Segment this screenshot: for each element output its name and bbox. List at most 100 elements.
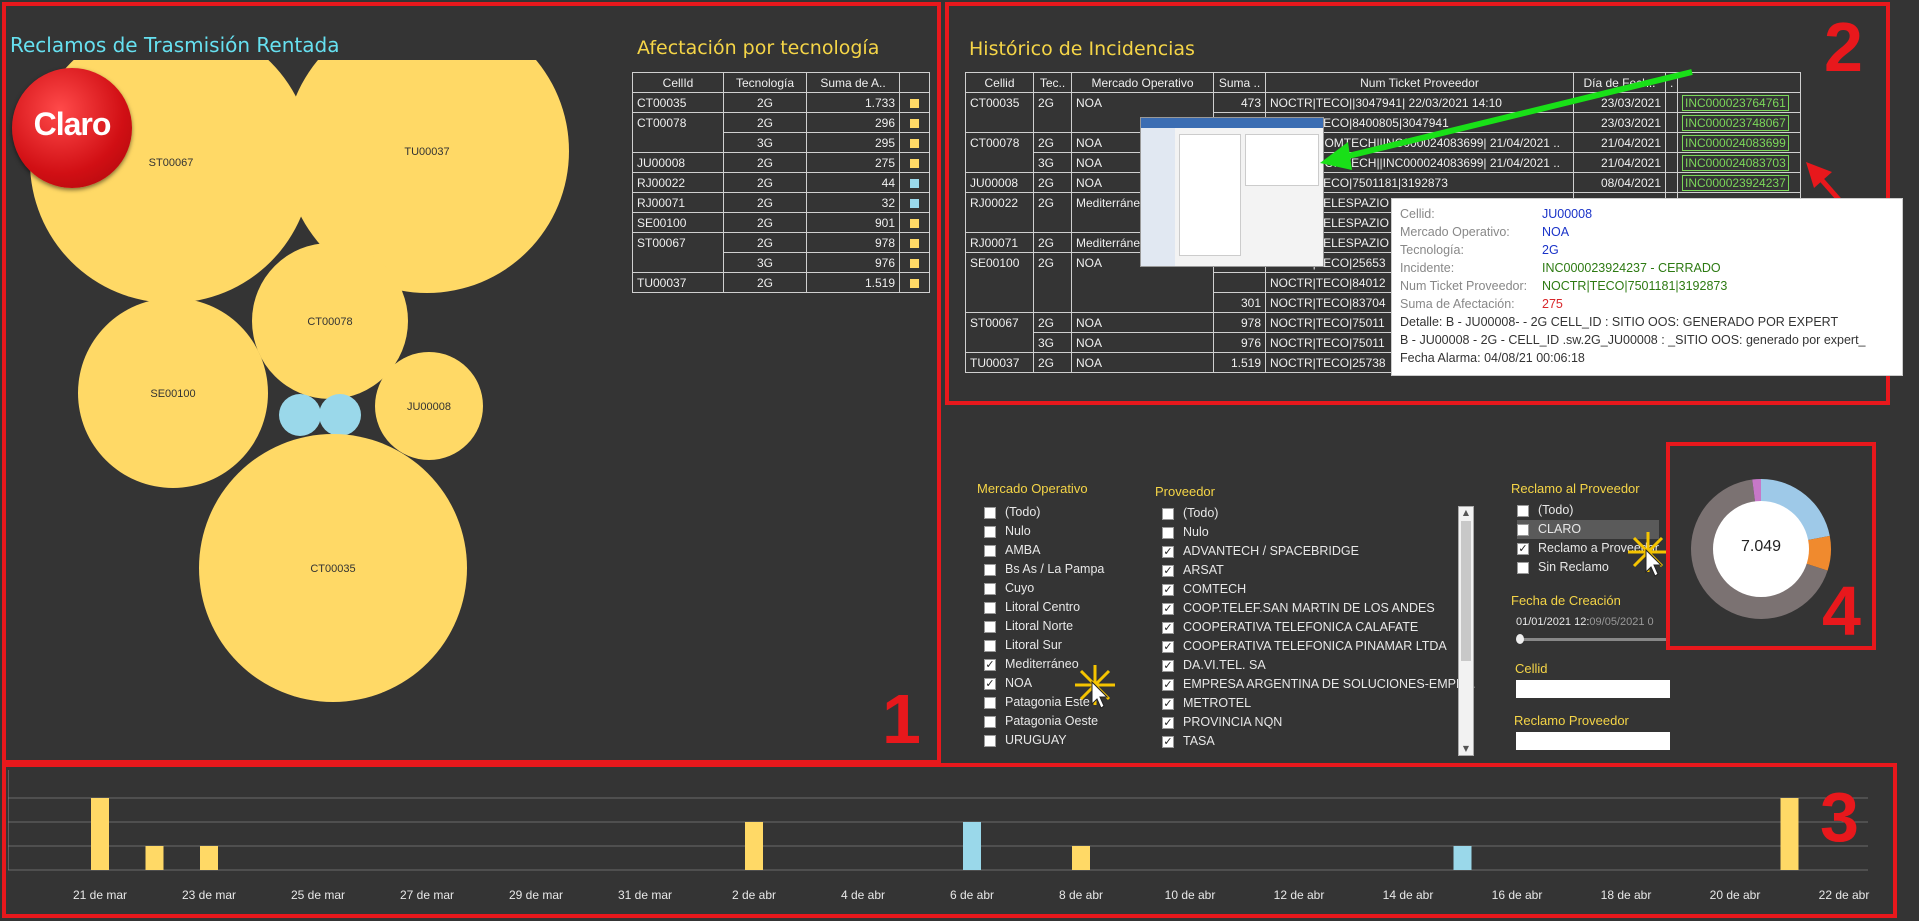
tech-cell: 2G — [1033, 172, 1072, 193]
timeline-bar[interactable] — [1072, 846, 1090, 870]
filter-option[interactable]: ✓ ADVANTECH / SPACEBRIDGE — [1162, 542, 1452, 561]
filter-option[interactable]: AMBA — [984, 541, 1104, 560]
checkbox[interactable] — [984, 639, 996, 652]
tech-table-header[interactable]: Suma de A.. — [806, 72, 900, 93]
checkbox[interactable] — [984, 696, 996, 709]
checkbox[interactable]: ✓ — [1162, 735, 1174, 748]
tech-cell: 2G — [723, 192, 807, 213]
checkbox[interactable]: ✓ — [1162, 621, 1174, 634]
date-range-slider[interactable] — [1516, 634, 1668, 644]
filter-option[interactable]: Bs As / La Pampa — [984, 560, 1104, 579]
cellid-input[interactable] — [1516, 680, 1670, 698]
filter-option[interactable]: Litoral Centro — [984, 598, 1104, 617]
checkbox[interactable]: ✓ — [1162, 602, 1174, 615]
scrollbar-up-arrow[interactable]: ▲ — [1459, 507, 1473, 519]
scrollbar-down-arrow[interactable]: ▼ — [1459, 743, 1473, 755]
timeline-bar[interactable] — [91, 798, 109, 870]
table-row[interactable]: CT00035 2G 1.733 — [632, 92, 930, 113]
timeline-bar[interactable] — [745, 822, 763, 870]
filter-option[interactable]: Cuyo — [984, 579, 1104, 598]
checkbox[interactable] — [984, 563, 996, 576]
checkbox[interactable] — [984, 620, 996, 633]
checkbox[interactable]: ✓ — [1162, 716, 1174, 729]
filter-option[interactable]: Patagonia Oeste — [984, 712, 1104, 731]
checkbox[interactable]: ✓ — [984, 677, 996, 690]
timeline-bar[interactable] — [145, 846, 164, 870]
checkbox[interactable]: ✓ — [1162, 678, 1174, 691]
checkbox[interactable] — [1517, 523, 1529, 536]
filter-option[interactable]: Nulo — [984, 522, 1104, 541]
filter-option[interactable]: ✓ PROVINCIA NQN — [1162, 713, 1452, 732]
history-table-header[interactable]: Mercado Operativo — [1071, 72, 1214, 93]
checkbox[interactable] — [984, 715, 996, 728]
table-row[interactable]: TU00037 2G 1.519 — [632, 272, 930, 293]
filter-option[interactable]: ✓ COOPERATIVA TELEFONICA CALAFATE — [1162, 618, 1452, 637]
filter-option[interactable]: Nulo — [1162, 523, 1452, 542]
filter-option-label: TASA — [1183, 734, 1215, 748]
checkbox[interactable] — [984, 582, 996, 595]
filter-option-label: EMPRESA ARGENTINA DE SOLUCIONES-EMPR... — [1183, 677, 1476, 691]
filter-option[interactable]: ✓ ARSAT — [1162, 561, 1452, 580]
table-row[interactable]: CT00078 2G 296 — [632, 112, 930, 133]
timeline-bar[interactable] — [200, 846, 218, 870]
table-row[interactable]: 3G 976 — [632, 252, 930, 273]
filter-proveedor-list: (Todo) Nulo ✓ ADVANTECH / SPACEBRIDGE ✓ ARSAT… — [1162, 504, 1475, 751]
reclamo-proveedor-input[interactable] — [1516, 732, 1670, 750]
filter-option[interactable]: (Todo) — [984, 503, 1104, 522]
date-range-handle[interactable] — [1516, 634, 1524, 644]
filter-option[interactable]: ✓ METROTEL — [1162, 694, 1452, 713]
tech-table-header[interactable]: CellId — [632, 72, 724, 93]
filter-option[interactable]: ✓ EMPRESA ARGENTINA DE SOLUCIONES-EMPR... — [1162, 675, 1475, 694]
checkbox[interactable] — [1517, 561, 1529, 574]
checkbox[interactable]: ✓ — [1162, 564, 1174, 577]
filter-option[interactable]: Litoral Sur — [984, 636, 1104, 655]
tech-table-header[interactable]: Tecnología — [723, 72, 807, 93]
table-row[interactable]: ST00067 2G 978 — [632, 232, 930, 253]
scrollbar-thumb[interactable] — [1461, 521, 1471, 661]
filter-option[interactable]: ✓ DA.VI.TEL. SA — [1162, 656, 1452, 675]
cellid-cell: JU00008 — [965, 172, 1034, 193]
bubble[interactable] — [279, 394, 321, 436]
checkbox[interactable] — [1162, 526, 1174, 539]
color-cell — [899, 152, 930, 173]
checkbox[interactable]: ✓ — [984, 658, 996, 671]
checkbox[interactable]: ✓ — [1162, 659, 1174, 672]
tech-table-header[interactable] — [899, 72, 930, 93]
filter-option[interactable]: (Todo) — [1517, 501, 1659, 520]
color-cell — [899, 232, 930, 253]
checkbox[interactable] — [1162, 507, 1174, 520]
tooltip-row: Suma de Afectación: 275 — [1400, 295, 1894, 313]
checkbox[interactable]: ✓ — [1517, 542, 1529, 555]
proveedor-scrollbar[interactable]: ▲ ▼ — [1458, 506, 1474, 756]
history-table-header[interactable]: Suma .. — [1213, 72, 1266, 93]
checkbox[interactable]: ✓ — [1162, 640, 1174, 653]
table-row[interactable]: 3G 295 — [632, 132, 930, 153]
table-row[interactable]: SE00100 2G 901 — [632, 212, 930, 233]
filter-option[interactable]: Litoral Norte — [984, 617, 1104, 636]
checkbox[interactable] — [984, 506, 996, 519]
checkbox[interactable]: ✓ — [1162, 545, 1174, 558]
filter-option[interactable]: URUGUAY — [984, 731, 1104, 750]
history-table-header[interactable]: Cellid — [965, 72, 1034, 93]
history-table-header[interactable]: Tec.. — [1033, 72, 1072, 93]
filter-option[interactable]: ✓ TASA — [1162, 732, 1452, 751]
table-row[interactable]: RJ00022 2G 44 — [632, 172, 930, 193]
checkbox[interactable] — [984, 601, 996, 614]
checkbox[interactable] — [984, 544, 996, 557]
bubble[interactable] — [319, 394, 361, 436]
table-row[interactable]: RJ00071 2G 32 — [632, 192, 930, 213]
checkbox[interactable] — [984, 734, 996, 747]
timeline-bar[interactable] — [1780, 798, 1799, 870]
checkbox[interactable]: ✓ — [1162, 697, 1174, 710]
table-row[interactable]: JU00008 2G 275 — [632, 152, 930, 173]
checkbox[interactable]: ✓ — [1162, 583, 1174, 596]
filter-option[interactable]: (Todo) — [1162, 504, 1452, 523]
timeline-bar[interactable] — [1453, 846, 1472, 870]
filter-option[interactable]: ✓ COOPERATIVA TELEFONICA PINAMAR LTDA — [1162, 637, 1452, 656]
filter-option[interactable]: ✓ COMTECH — [1162, 580, 1452, 599]
embedded-screenshot-thumbnail[interactable] — [1140, 117, 1324, 267]
checkbox[interactable] — [984, 525, 996, 538]
timeline-bar[interactable] — [963, 822, 981, 870]
checkbox[interactable] — [1517, 504, 1529, 517]
filter-option[interactable]: ✓ COOP.TELEF.SAN MARTIN DE LOS ANDES — [1162, 599, 1452, 618]
